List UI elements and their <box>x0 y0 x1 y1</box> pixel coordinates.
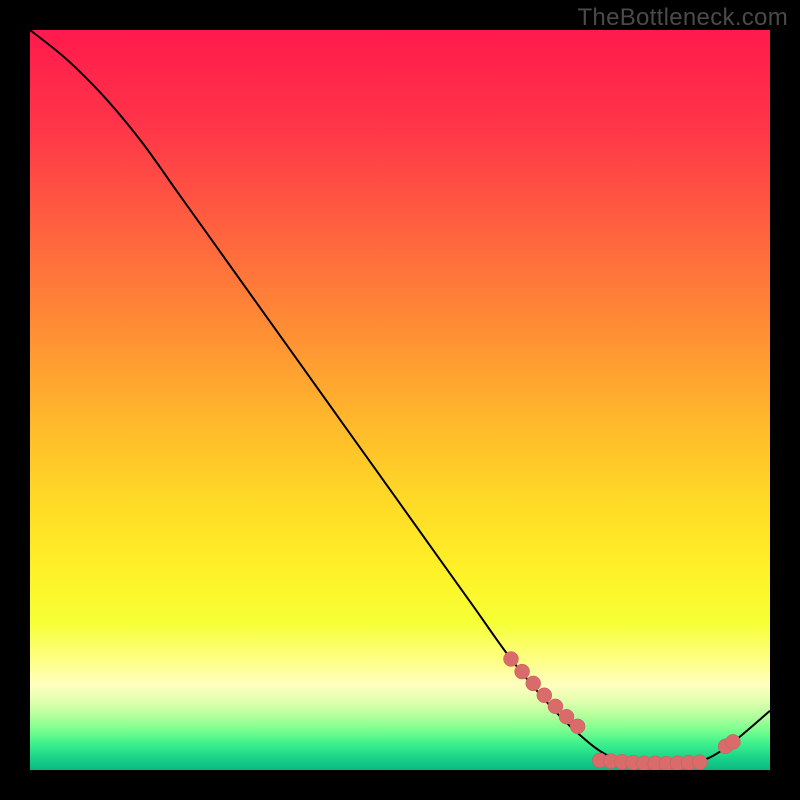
highlight-dot <box>515 664 530 679</box>
highlight-dot <box>570 719 585 734</box>
highlight-dot <box>548 699 563 714</box>
watermark-text: TheBottleneck.com <box>577 4 788 32</box>
highlight-dots <box>504 652 741 771</box>
highlight-dot <box>537 688 552 703</box>
highlight-dot <box>504 652 519 667</box>
chart-frame: TheBottleneck.com <box>0 0 800 800</box>
highlight-dot <box>726 734 741 749</box>
bottleneck-curve <box>30 30 770 766</box>
highlight-dot <box>692 755 707 770</box>
highlight-dot <box>526 676 541 691</box>
plot-area <box>30 30 770 770</box>
chart-overlay <box>30 30 770 770</box>
